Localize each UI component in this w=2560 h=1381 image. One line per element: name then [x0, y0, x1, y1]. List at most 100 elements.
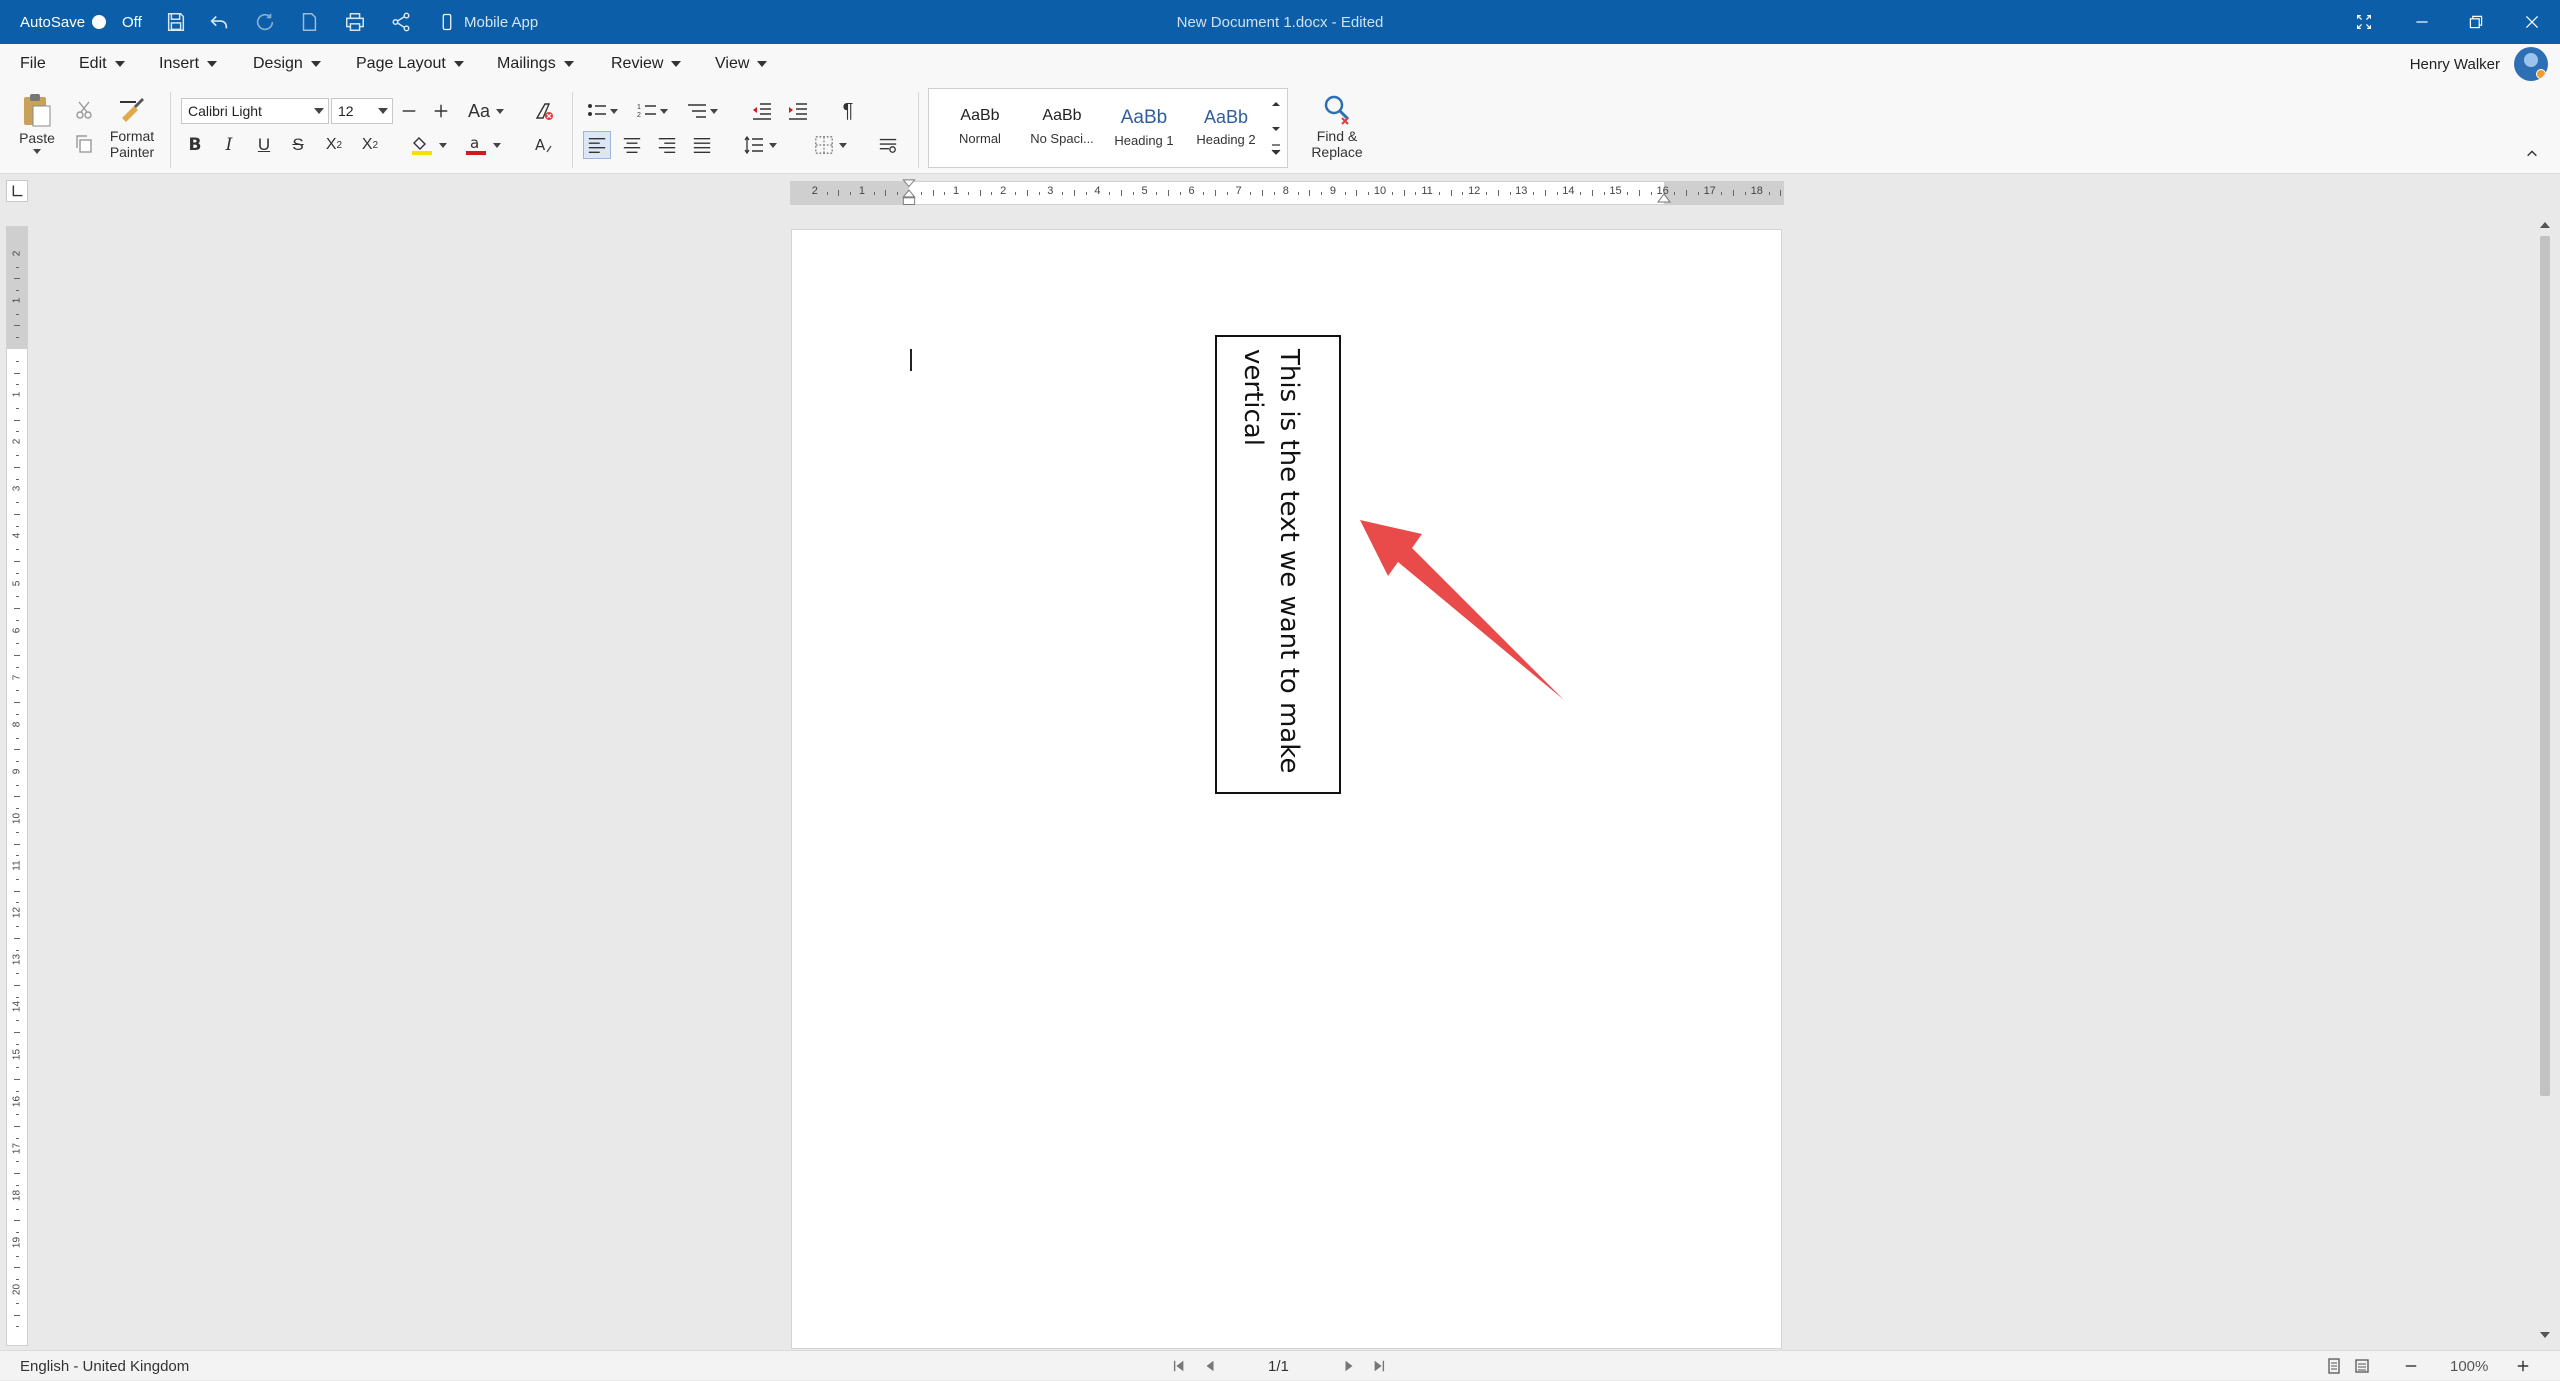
font-color-icon[interactable]: a — [462, 131, 490, 159]
copy-icon[interactable] — [70, 130, 98, 158]
chevron-down-icon — [769, 142, 777, 148]
style-heading-1[interactable]: AaBb Heading 1 — [1105, 107, 1183, 148]
tab-selector[interactable] — [6, 180, 28, 202]
ruler-tick — [1344, 191, 1346, 195]
show-formatting-marks-icon[interactable]: ¶ — [834, 97, 862, 125]
mobile-app-button[interactable]: Mobile App — [438, 0, 538, 44]
menu-file[interactable]: File — [20, 44, 46, 84]
horizontal-ruler[interactable]: 2 1 1 2 3 4 5 6 7 8 9 10 11 12 13 14 15 16 17 18 — [790, 179, 1784, 205]
font-size-select[interactable]: 12 — [331, 98, 393, 124]
chevron-down-icon — [439, 142, 447, 148]
highlight-icon[interactable] — [408, 131, 436, 159]
redo-icon[interactable] — [254, 0, 276, 44]
print-layout-icon[interactable] — [2326, 1351, 2342, 1381]
ruler-tick — [1026, 190, 1028, 196]
align-left-icon[interactable] — [583, 131, 611, 159]
change-case-button[interactable]: Aa — [464, 97, 508, 125]
decrease-font-icon[interactable] — [395, 97, 423, 125]
menu-review[interactable]: Review — [611, 44, 682, 84]
cut-icon[interactable] — [70, 96, 98, 124]
web-layout-icon[interactable] — [2354, 1351, 2370, 1381]
fullscreen-icon[interactable] — [2356, 0, 2372, 44]
autosave-label: AutoSave — [20, 13, 86, 31]
style-no-spacing[interactable]: AaBb No Spaci... — [1023, 107, 1101, 146]
style-normal[interactable]: AaBb Normal — [941, 107, 1019, 146]
italic-icon[interactable]: I — [215, 131, 243, 159]
clear-formatting-icon[interactable] — [530, 97, 558, 125]
page-indicator: 1/1 — [1268, 1357, 1289, 1375]
language-indicator[interactable]: English - United Kingdom — [20, 1351, 189, 1381]
decrease-indent-icon[interactable] — [748, 97, 776, 125]
bold-icon[interactable]: B — [181, 131, 209, 159]
ruler-tick — [15, 1232, 19, 1234]
text-effects-icon[interactable]: A — [530, 131, 558, 159]
bullets-dropdown[interactable] — [607, 97, 621, 125]
increase-font-icon[interactable] — [427, 97, 455, 125]
justify-icon[interactable] — [688, 131, 716, 159]
last-page-icon[interactable] — [1372, 1351, 1386, 1381]
borders-icon[interactable] — [810, 131, 838, 159]
ruler-tick — [1580, 191, 1582, 195]
minimize-icon[interactable] — [2414, 0, 2430, 44]
new-document-icon[interactable] — [298, 0, 320, 44]
zoom-level[interactable]: 100% — [2450, 1351, 2488, 1381]
menu-view[interactable]: View — [715, 44, 768, 84]
font-size-value: 12 — [338, 103, 354, 119]
font-name-select[interactable]: Calibri Light — [181, 98, 329, 124]
find-replace-button[interactable]: Find & Replace — [1300, 92, 1374, 160]
autosave-toggle[interactable] — [92, 0, 106, 44]
ruler-tick — [15, 360, 19, 362]
ruler-tick — [1462, 191, 1464, 195]
paste-button[interactable]: Paste — [16, 92, 58, 154]
superscript-icon[interactable]: X2 — [356, 131, 384, 159]
indent-marker[interactable] — [901, 178, 917, 212]
multilevel-dropdown[interactable] — [707, 97, 721, 125]
highlight-dropdown[interactable] — [436, 131, 450, 159]
avatar[interactable] — [2514, 47, 2548, 81]
right-indent-marker[interactable] — [1656, 188, 1672, 204]
style-heading-2[interactable]: AaBb Heading 2 — [1187, 107, 1265, 147]
format-painter-button[interactable]: Format Painter — [104, 92, 160, 160]
line-spacing-dropdown[interactable] — [766, 131, 780, 159]
menu-insert[interactable]: Insert — [159, 44, 218, 84]
increase-indent-icon[interactable] — [784, 97, 812, 125]
scroll-down-icon[interactable] — [2539, 1330, 2551, 1340]
collapse-ribbon-icon[interactable] — [2518, 140, 2546, 168]
line-spacing-icon[interactable] — [740, 131, 768, 159]
ruler-tick — [15, 1279, 19, 1281]
vertical-ruler[interactable]: 2 1 1 2 3 4 5 6 7 8 9 10 11 12 13 14 15 16 17 18 19 20 — [6, 226, 28, 1346]
next-page-icon[interactable] — [1342, 1351, 1356, 1381]
menu-edit[interactable]: Edit — [79, 44, 125, 84]
undo-icon[interactable] — [208, 0, 230, 44]
previous-page-icon[interactable] — [1203, 1351, 1217, 1381]
subscript-icon[interactable]: X2 — [320, 131, 348, 159]
align-right-icon[interactable] — [653, 131, 681, 159]
strikethrough-icon[interactable]: S — [284, 131, 312, 159]
align-center-icon[interactable] — [618, 131, 646, 159]
numbering-dropdown[interactable] — [657, 97, 671, 125]
chevron-down-icon — [493, 142, 501, 148]
zoom-in-icon[interactable] — [2516, 1351, 2530, 1381]
vertical-scrollbar[interactable] — [2534, 214, 2556, 1344]
ruler-tick — [14, 796, 20, 798]
scroll-thumb[interactable] — [2540, 236, 2550, 1096]
underline-icon[interactable]: U — [250, 131, 278, 159]
close-icon[interactable] — [2524, 0, 2540, 44]
scroll-up-icon[interactable] — [2539, 220, 2551, 230]
font-color-dropdown[interactable] — [490, 131, 504, 159]
menu-mailings[interactable]: Mailings — [497, 44, 574, 84]
menu-design[interactable]: Design — [253, 44, 321, 84]
user-name[interactable]: Henry Walker — [2410, 44, 2500, 84]
save-icon[interactable] — [165, 0, 187, 44]
styles-scroll[interactable] — [1269, 97, 1283, 161]
text-box[interactable]: This is the text we want to make vertica… — [1215, 335, 1341, 794]
mobile-app-label: Mobile App — [464, 13, 539, 31]
print-icon[interactable] — [344, 0, 366, 44]
restore-icon[interactable] — [2468, 0, 2484, 44]
menu-page-layout[interactable]: Page Layout — [356, 44, 464, 84]
zoom-out-icon[interactable] — [2404, 1351, 2418, 1381]
borders-dropdown[interactable] — [836, 131, 850, 159]
first-page-icon[interactable] — [1172, 1351, 1186, 1381]
share-icon[interactable] — [390, 0, 412, 44]
paragraph-settings-icon[interactable] — [874, 131, 902, 159]
